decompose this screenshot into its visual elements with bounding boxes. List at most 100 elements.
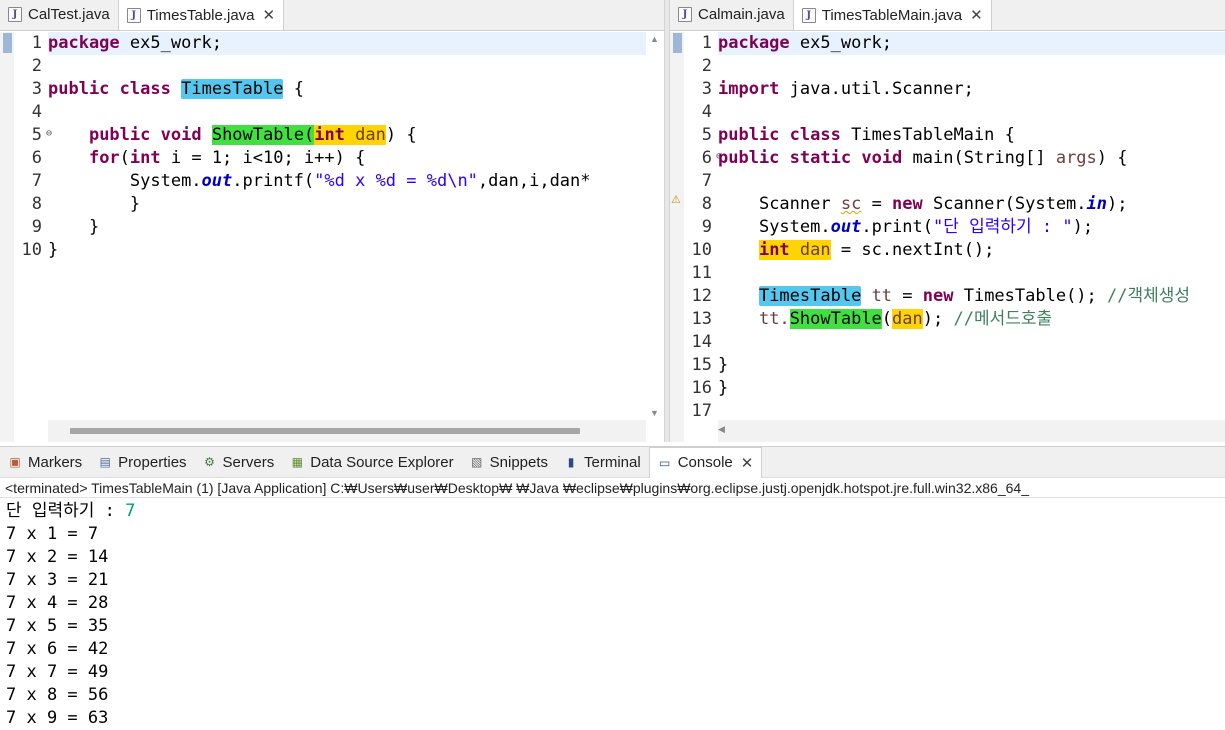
tab-label: Properties [118, 453, 187, 471]
console-line: 7 x 7 = 49 [6, 662, 109, 682]
code-line: public void ShowTable(int dan) { [88, 125, 417, 145]
console-line: 7 x 6 = 42 [6, 639, 109, 659]
markers-icon: ▣ [9, 455, 21, 469]
properties-icon: ▤ [99, 455, 111, 469]
console-line: 7 x 1 = 7 [6, 524, 99, 544]
code-line: } [88, 217, 100, 237]
console-status: <terminated> TimesTableMain (1) [Java Ap… [0, 478, 1225, 498]
line-number[interactable]: 6 [684, 145, 722, 170]
code-editor-timestable[interactable]: 1 2 3 4 5 6 7 8 9 10 package ex5_work; p… [0, 32, 664, 442]
tab-timestable[interactable]: J TimesTable.java ✕ [117, 0, 285, 30]
scrollbar-thumb[interactable] [70, 428, 580, 434]
line-number: 4 [701, 102, 712, 122]
line-number: 3 [701, 79, 712, 99]
code-line: import java.util.Scanner; [718, 79, 974, 99]
java-file-icon: J [8, 7, 22, 22]
servers-icon: ⚙ [204, 455, 215, 469]
console-output[interactable]: 단 입력하기 : 7 7 x 1 = 7 7 x 2 = 14 7 x 3 = … [0, 498, 1225, 730]
code-line: for(int i = 1; i<10; i++) { [88, 148, 366, 168]
line-number: 1 [701, 33, 712, 53]
current-line-marker [673, 33, 682, 53]
tab-label: Markers [28, 453, 83, 471]
line-number[interactable]: 5 [14, 122, 52, 147]
tab-snippets[interactable]: ▧ Snippets [462, 447, 556, 478]
tab-properties[interactable]: ▤ Properties [90, 447, 194, 478]
tab-label: TimesTable.java [146, 6, 255, 24]
line-number: 9 [31, 217, 42, 237]
line-number: 2 [31, 56, 42, 76]
tab-console[interactable]: ▭ Console ✕ [648, 446, 763, 478]
tab-label: Terminal [584, 453, 641, 471]
code-editor-timestablemain[interactable]: ⚠ 1 2 3 4 5 6 7 8 9 10 11 12 13 14 15 16… [670, 32, 1225, 442]
line-number: 5 [701, 125, 712, 145]
code-line: } [129, 194, 141, 214]
console-line: 7 x 9 = 63 [6, 708, 109, 728]
code-line: tt.ShowTable(dan); //메서드호출 [758, 309, 1053, 329]
code-line: package ex5_work; [718, 32, 1225, 55]
code-line: Scanner sc = new Scanner(System.in); [758, 194, 1128, 214]
line-number: 15 [691, 355, 712, 375]
code-area[interactable]: package ex5_work; import java.util.Scann… [718, 32, 1225, 442]
data-source-icon: ▦ [291, 455, 303, 469]
line-number: 10 [21, 240, 42, 260]
scroll-up-icon[interactable]: ▲ [650, 34, 659, 44]
code-line: System.out.print("단 입력하기 : "); [758, 217, 1094, 237]
line-number: 3 [31, 79, 42, 99]
overview-ruler: ⚠ [670, 32, 684, 442]
warning-icon[interactable]: ⚠ [671, 193, 681, 206]
line-number: 9 [701, 217, 712, 237]
console-line: 7 x 3 = 21 [6, 570, 109, 590]
param-highlight: dan [355, 125, 386, 145]
tab-caltest[interactable]: J CalTest.java [0, 0, 118, 30]
vertical-scrollbar[interactable]: ▲ ▼ [646, 32, 664, 420]
horizontal-scrollbar[interactable] [48, 420, 646, 442]
tab-label: TimesTableMain.java [821, 6, 963, 24]
tab-servers[interactable]: ⚙ Servers [195, 447, 283, 478]
console-icon: ▭ [659, 455, 671, 470]
tab-timestablemain[interactable]: J TimesTableMain.java ✕ [792, 0, 992, 30]
line-number: 14 [691, 332, 712, 352]
snippets-icon: ▧ [470, 455, 483, 469]
code-area[interactable]: package ex5_work; public class TimesTabl… [48, 32, 664, 442]
code-line: public class TimesTableMain { [718, 125, 1015, 145]
tab-label: Servers [222, 453, 275, 471]
horizontal-scrollbar[interactable]: ◀ [718, 420, 1225, 442]
tab-markers[interactable]: ▣ Markers [0, 447, 90, 478]
class-name-highlight: TimesTable [181, 79, 284, 99]
close-icon[interactable]: ✕ [970, 6, 983, 24]
line-number: 12 [691, 286, 712, 306]
method-name-highlight: ShowTable [789, 309, 882, 329]
line-number: 6 [31, 148, 42, 168]
tab-data-source-explorer[interactable]: ▦ Data Source Explorer [282, 447, 461, 478]
code-line: } [718, 355, 729, 375]
right-editor-pane: J Calmain.java J TimesTableMain.java ✕ ⚠… [669, 0, 1225, 442]
close-icon[interactable]: ✕ [741, 454, 754, 472]
line-number: 17 [691, 401, 712, 421]
java-file-icon: J [678, 7, 692, 22]
tab-terminal[interactable]: ▮ Terminal [556, 447, 649, 478]
line-number: 7 [701, 171, 712, 191]
code-line: public static void main(String[] args) { [718, 148, 1128, 168]
tab-calmain[interactable]: J Calmain.java [670, 0, 793, 30]
java-file-icon: J [801, 7, 816, 23]
close-icon[interactable]: ✕ [263, 6, 276, 24]
code-line: int dan = sc.nextInt(); [758, 240, 995, 260]
overview-ruler [0, 32, 14, 442]
console-line: 7 x 8 = 56 [6, 685, 109, 705]
scroll-left-icon[interactable]: ◀ [718, 424, 725, 435]
tab-label: Data Source Explorer [310, 453, 454, 471]
tab-label: CalTest.java [28, 6, 110, 23]
method-name-highlight: ShowTable [211, 125, 304, 145]
code-line: package ex5_work; [48, 32, 648, 55]
line-number: 8 [31, 194, 42, 214]
bottom-tabbar: ▣ Markers ▤ Properties ⚙ Servers ▦ Data … [0, 446, 1225, 478]
scroll-down-icon[interactable]: ▼ [650, 408, 659, 418]
console-line: 7 x 4 = 28 [6, 593, 109, 613]
tab-label: Snippets [489, 453, 549, 471]
line-number: 7 [31, 171, 42, 191]
current-line-marker [3, 33, 12, 53]
console-user-input: 7 [125, 501, 136, 521]
line-number: 4 [31, 102, 42, 122]
code-line: public class TimesTable { [48, 79, 304, 99]
line-number: 13 [691, 309, 712, 329]
